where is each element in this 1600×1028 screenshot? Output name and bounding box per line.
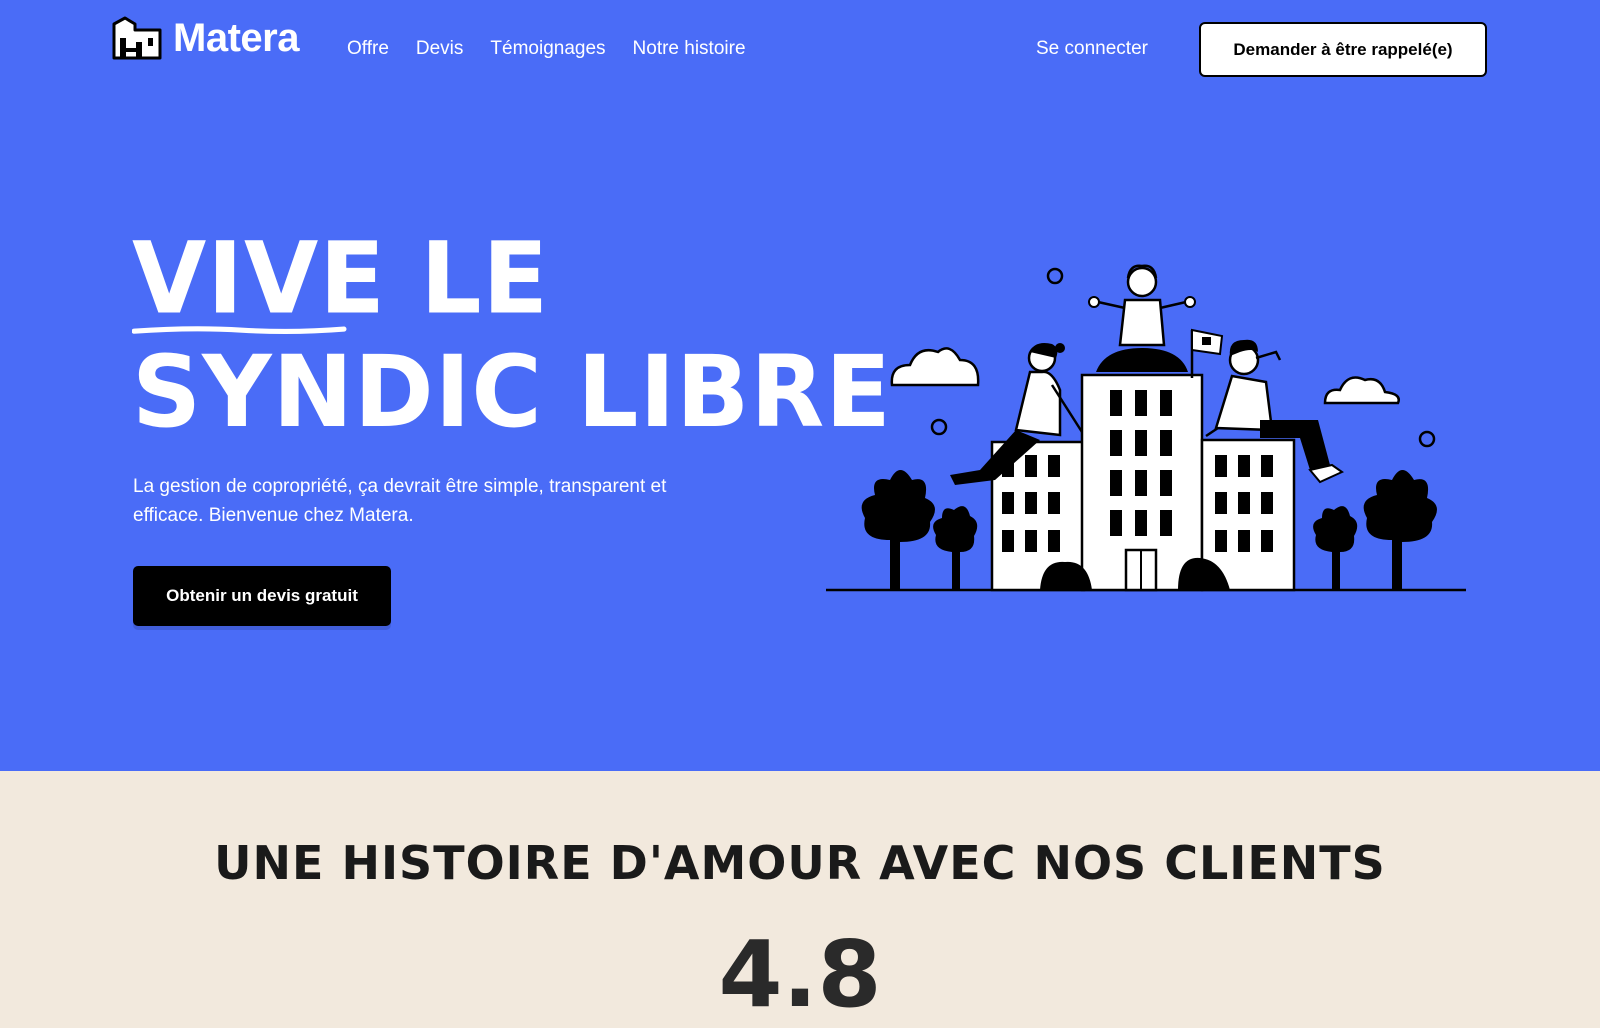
people-on-buildings-illustration: [826, 264, 1466, 592]
brand-name: Matera: [173, 16, 299, 60]
headline-line-1: VIVE LE: [132, 222, 892, 335]
hero-headline: VIVE LE SYNDIC LIBRE: [132, 222, 892, 449]
login-link[interactable]: Se connecter: [1036, 36, 1148, 62]
nav-item-temoignages[interactable]: Témoignages: [490, 36, 605, 62]
headline-word-vive: VIVE: [132, 220, 386, 337]
nav-item-offre[interactable]: Offre: [347, 36, 389, 62]
hero-subtitle: La gestion de copropriété, ça devrait êt…: [133, 476, 667, 526]
underline-decoration: [132, 326, 347, 335]
building-icon: [112, 16, 162, 60]
testimonials-title: UNE HISTOIRE D'AMOUR AVEC NOS CLIENTS: [214, 836, 1386, 890]
headline-line-2: SYNDIC LIBRE: [132, 334, 892, 450]
nav-item-notre-histoire[interactable]: Notre histoire: [633, 36, 746, 62]
rating-score: 4.8: [718, 921, 882, 1028]
main-nav: Offre Devis Témoignages Notre histoire: [347, 36, 746, 62]
callback-button[interactable]: Demander à être rappelé(e): [1199, 22, 1487, 77]
headline-word-le: LE: [420, 220, 550, 337]
nav-item-devis[interactable]: Devis: [416, 36, 464, 62]
hero-section: Matera Offre Devis Témoignages Notre his…: [0, 0, 1600, 771]
logo[interactable]: Matera: [111, 16, 299, 60]
get-quote-button[interactable]: Obtenir un devis gratuit: [133, 566, 391, 626]
